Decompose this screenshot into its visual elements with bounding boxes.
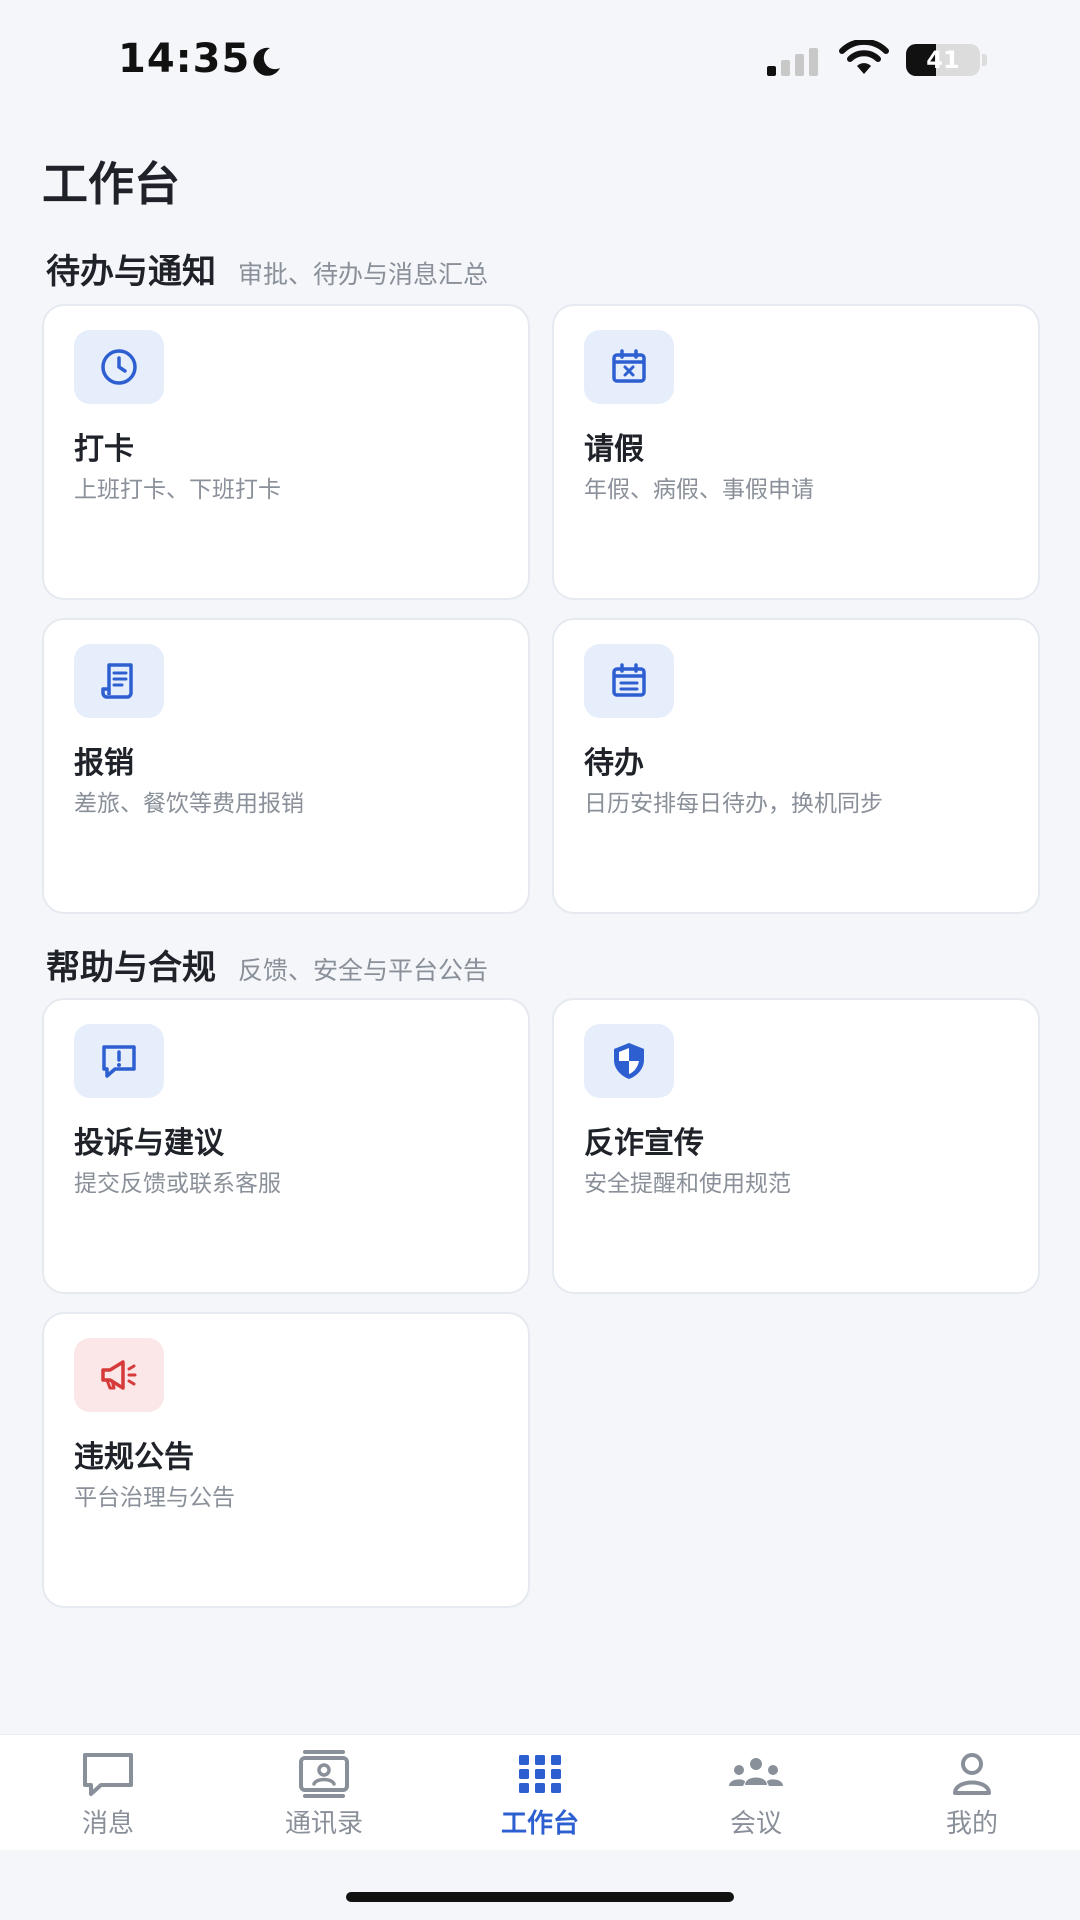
battery-cap — [982, 54, 987, 66]
card-anti-fraud[interactable]: 反诈宣传 安全提醒和使用规范 — [552, 998, 1040, 1294]
battery-icon: 41 — [906, 44, 980, 76]
section-title: 待办与通知 — [46, 252, 216, 292]
home-indicator[interactable] — [346, 1892, 734, 1902]
nav-item-contacts[interactable]: 通讯录 — [216, 1735, 432, 1851]
workbench-page: 14:35 41 工作台 待办与通知 审批、待办与消息汇总 打卡 上班打卡、下班… — [0, 0, 1080, 1920]
card-icon-box — [584, 1024, 674, 1098]
card-leave[interactable]: 请假 年假、病假、事假申请 — [552, 304, 1040, 600]
card-icon-box — [584, 330, 674, 404]
card-desc: 日历安排每日待办，换机同步 — [584, 791, 883, 817]
card-desc: 上班打卡、下班打卡 — [74, 477, 281, 503]
nav-label: 消息 — [81, 1809, 134, 1839]
megaphone-icon — [101, 1360, 137, 1390]
page-title: 工作台 — [42, 157, 180, 211]
nav-item-meetings[interactable]: 会议 — [648, 1735, 864, 1851]
card-title: 报销 — [74, 746, 134, 781]
moon-icon — [253, 47, 280, 76]
grid-icon — [519, 1755, 561, 1793]
nav-label: 会议 — [729, 1809, 782, 1839]
card-desc: 年假、病假、事假申请 — [584, 477, 814, 503]
section-header-help: 帮助与合规 反馈、安全与平台公告 — [46, 940, 488, 989]
clock-icon — [101, 349, 137, 385]
card-desc: 安全提醒和使用规范 — [584, 1171, 791, 1197]
section-subtitle: 审批、待办与消息汇总 — [238, 260, 489, 289]
card-desc: 提交反馈或联系客服 — [74, 1171, 281, 1197]
nav-label: 我的 — [945, 1809, 998, 1839]
nav-label: 工作台 — [500, 1809, 579, 1839]
receipt-icon — [101, 663, 133, 699]
card-title: 反诈宣传 — [584, 1126, 704, 1161]
section-title: 帮助与合规 — [46, 948, 216, 988]
signal-icon — [767, 48, 818, 76]
card-title: 投诉与建议 — [74, 1126, 224, 1161]
calendar-list-icon — [612, 663, 646, 697]
message-icon — [83, 1753, 133, 1796]
group-icon — [729, 1758, 783, 1786]
section-header-todo: 待办与通知 审批、待办与消息汇总 — [46, 244, 488, 293]
card-title: 违规公告 — [74, 1440, 194, 1475]
card-desc: 差旅、餐饮等费用报销 — [74, 791, 304, 817]
card-todo[interactable]: 待办 日历安排每日待办，换机同步 — [552, 618, 1040, 914]
card-icon-box — [74, 1338, 164, 1412]
card-icon-box — [74, 1024, 164, 1098]
calendar-x-icon — [612, 349, 646, 383]
person-icon — [953, 1753, 991, 1795]
card-title: 打卡 — [74, 432, 134, 467]
card-icon-box — [74, 330, 164, 404]
chat-alert-icon — [102, 1045, 136, 1078]
shield-icon — [614, 1043, 644, 1079]
wifi-icon — [839, 40, 889, 74]
card-complaint[interactable]: 投诉与建议 提交反馈或联系客服 — [42, 998, 530, 1294]
bottom-nav: 消息 通讯录 工作台 会议 我的 — [0, 1734, 1080, 1850]
card-reimbursement[interactable]: 报销 差旅、餐饮等费用报销 — [42, 618, 530, 914]
card-title: 待办 — [584, 746, 644, 781]
contacts-icon — [299, 1750, 349, 1798]
battery-level: 41 — [926, 46, 960, 74]
nav-item-me[interactable]: 我的 — [864, 1735, 1080, 1851]
card-clock-in[interactable]: 打卡 上班打卡、下班打卡 — [42, 304, 530, 600]
card-desc: 平台治理与公告 — [74, 1485, 235, 1511]
nav-label: 通讯录 — [284, 1809, 363, 1839]
nav-item-messages[interactable]: 消息 — [0, 1735, 216, 1851]
card-violation-notice[interactable]: 违规公告 平台治理与公告 — [42, 1312, 530, 1608]
status-bar: 14:35 41 — [0, 0, 1080, 110]
status-time: 14:35 — [118, 36, 251, 82]
section-subtitle: 反馈、安全与平台公告 — [238, 956, 489, 985]
nav-item-workbench[interactable]: 工作台 — [432, 1735, 648, 1851]
card-title: 请假 — [584, 432, 644, 467]
card-icon-box — [584, 644, 674, 718]
card-icon-box — [74, 644, 164, 718]
